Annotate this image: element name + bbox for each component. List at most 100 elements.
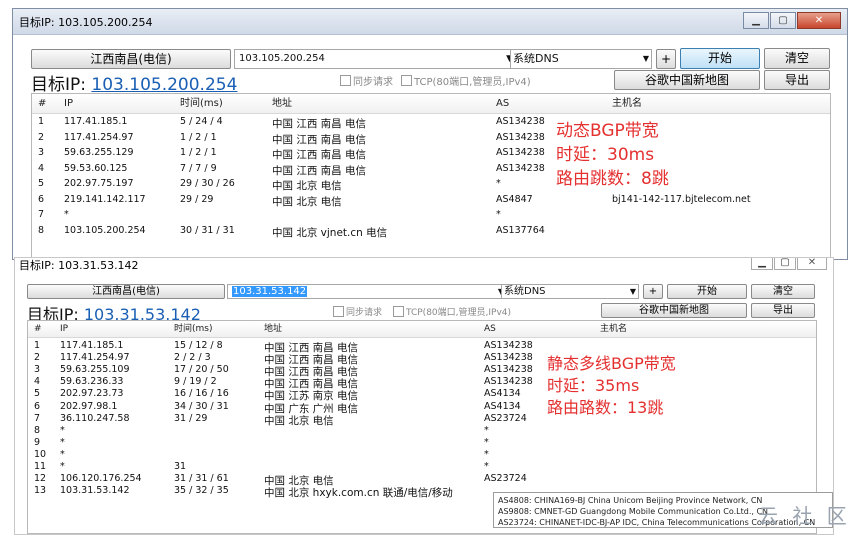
maximize-icon[interactable]: ▢ [774, 258, 796, 270]
node-select-button[interactable]: 江西南昌(电信) [27, 284, 225, 299]
minimize-icon[interactable]: ▁ [743, 12, 769, 29]
annotation-static-bgp: 静态多线BGP带宽 时延：35ms 路由路数：13跳 [547, 353, 676, 419]
node-select-button[interactable]: 江西南昌(电信) [31, 49, 231, 69]
tcp-checkbox[interactable]: TCP(80端口,管理员,IPv4) [393, 305, 511, 318]
cell-ip: * [60, 448, 65, 460]
cell-time: 2 / 2 / 3 [174, 352, 211, 364]
map-button[interactable]: 谷歌中国新地图 [614, 70, 760, 90]
start-button[interactable]: 开始 [667, 284, 747, 299]
dns-select-value: 系统DNS [513, 52, 559, 65]
cell-as: AS134238 [484, 352, 533, 364]
annotation-line: 路由路数：13跳 [547, 398, 664, 417]
table-header: # IP 时间(ms) 地址 AS 主机名 [28, 321, 816, 338]
dns-select[interactable]: 系统DNS ▼ [501, 284, 639, 299]
sync-request-label: 同步请求 [353, 77, 393, 88]
column-header[interactable]: 时间(ms) [174, 321, 212, 337]
cell-ip: 117.41.254.97 [60, 352, 130, 364]
cell-n: 5 [38, 178, 45, 189]
cell-as: AS137764 [496, 224, 545, 236]
start-button[interactable]: 开始 [680, 48, 760, 69]
cell-time: 34 / 30 / 31 [174, 400, 229, 412]
cell-ip: 117.41.254.97 [64, 131, 134, 143]
cell-n: 6 [38, 193, 45, 205]
column-header[interactable]: IP [60, 321, 68, 337]
cell-as: * [484, 461, 489, 472]
cell-n: 3 [34, 364, 41, 376]
cell-ip: * [60, 461, 65, 472]
column-header[interactable]: # [38, 94, 46, 113]
export-button[interactable]: 导出 [764, 70, 830, 90]
add-dns-button[interactable]: + [656, 49, 676, 69]
cell-n: 2 [34, 352, 41, 364]
window-title: 目标IP: 103.31.53.142 [19, 259, 139, 272]
cell-n: 6 [34, 400, 41, 412]
column-header[interactable]: # [34, 321, 42, 337]
cell-as: AS134238 [496, 147, 545, 158]
cell-as: * [496, 178, 501, 189]
cell-ip: 219.141.142.117 [64, 193, 146, 205]
cell-as: AS134238 [496, 162, 545, 174]
target-ip-input[interactable]: 103.31.53.142 ▼ [227, 284, 507, 299]
minimize-icon[interactable]: ▁ [751, 258, 773, 270]
cell-n: 7 [34, 412, 41, 424]
cell-as: AS23724 [484, 473, 527, 485]
column-header[interactable]: 时间(ms) [180, 94, 223, 113]
column-header[interactable]: 地址 [272, 94, 292, 113]
chevron-down-icon[interactable]: ▼ [643, 50, 649, 68]
export-button[interactable]: 导出 [751, 303, 815, 318]
dns-select[interactable]: 系统DNS ▼ [510, 49, 652, 69]
checkbox-icon[interactable] [401, 75, 412, 86]
cell-as: AS134238 [496, 131, 545, 143]
close-icon[interactable]: ✕ [797, 12, 841, 29]
cell-time: 31 / 31 / 61 [174, 473, 229, 485]
column-header[interactable]: 地址 [264, 321, 282, 337]
cell-n: 13 [34, 485, 47, 497]
cell-ip: 59.63.255.129 [64, 147, 134, 158]
cell-ip: 106.120.176.254 [60, 473, 142, 485]
column-header[interactable]: 主机名 [612, 94, 642, 113]
column-header[interactable]: 主机名 [600, 321, 627, 337]
hop-table: # IP 时间(ms) 地址 AS 主机名 1 117.41.185.1 5 / 2… [31, 93, 831, 259]
cell-ip: 202.97.98.1 [60, 400, 118, 412]
cell-n: 2 [38, 131, 45, 143]
target-ip-input[interactable]: 103.105.200.254 ▼ [234, 49, 516, 69]
cell-time: 29 / 29 [180, 193, 214, 205]
cell-ip: 59.63.255.109 [60, 364, 130, 376]
column-header[interactable]: AS [496, 94, 509, 113]
column-header[interactable]: AS [484, 321, 496, 337]
cell-time: 7 / 7 / 9 [180, 162, 217, 174]
cell-ip: 117.41.185.1 [60, 340, 124, 351]
map-button[interactable]: 谷歌中国新地图 [601, 303, 747, 318]
cell-ip: 36.110.247.58 [60, 412, 130, 424]
close-icon[interactable]: ✕ [797, 258, 827, 270]
cell-as: AS134238 [484, 340, 533, 351]
maximize-icon[interactable]: ▢ [770, 12, 796, 29]
cell-addr: 中国 北京 hxyk.com.cn 联通/电信/移动 [264, 487, 453, 500]
checkbox-icon[interactable] [333, 306, 344, 317]
column-header[interactable]: IP [64, 94, 73, 113]
chevron-down-icon[interactable]: ▼ [630, 285, 636, 298]
cell-time: 29 / 30 / 26 [180, 178, 235, 189]
sync-request-checkbox[interactable]: 同步请求 [340, 73, 393, 88]
sync-request-checkbox[interactable]: 同步请求 [333, 305, 382, 318]
checkbox-icon[interactable] [340, 75, 351, 86]
traceroute-window-top: 目标IP: 103.105.200.254 ▁ ▢ ✕ 江西南昌(电信) 103… [12, 8, 848, 260]
add-dns-button[interactable]: + [643, 284, 663, 299]
traceroute-window-bottom: 目标IP: 103.31.53.142 ▁ ▢ ✕ 江西南昌(电信) 103.3… [14, 257, 834, 535]
cell-addr: 中国 北京 vjnet.cn 电信 [272, 226, 388, 239]
checkbox-icon[interactable] [393, 306, 404, 317]
cell-addr: 中国 北京 电信 [264, 414, 334, 427]
cell-as: AS134238 [484, 364, 533, 376]
clear-button[interactable]: 清空 [764, 48, 830, 69]
target-ip-link[interactable]: 103.105.200.254 [91, 75, 237, 95]
annotation-line: 时延：30ms [556, 145, 655, 165]
annotation-line: 动态BGP带宽 [556, 121, 659, 141]
cell-time: 1 / 2 / 1 [180, 147, 217, 158]
cell-as: * [496, 209, 501, 220]
tcp-checkbox[interactable]: TCP(80端口,管理员,IPv4) [401, 73, 531, 88]
cell-n: 1 [34, 340, 41, 351]
target-ip-heading: 目标IP: 103.105.200.254 [31, 70, 237, 95]
cell-as: AS4134 [484, 388, 521, 400]
cell-as: * [484, 436, 489, 448]
clear-button[interactable]: 清空 [751, 284, 815, 299]
